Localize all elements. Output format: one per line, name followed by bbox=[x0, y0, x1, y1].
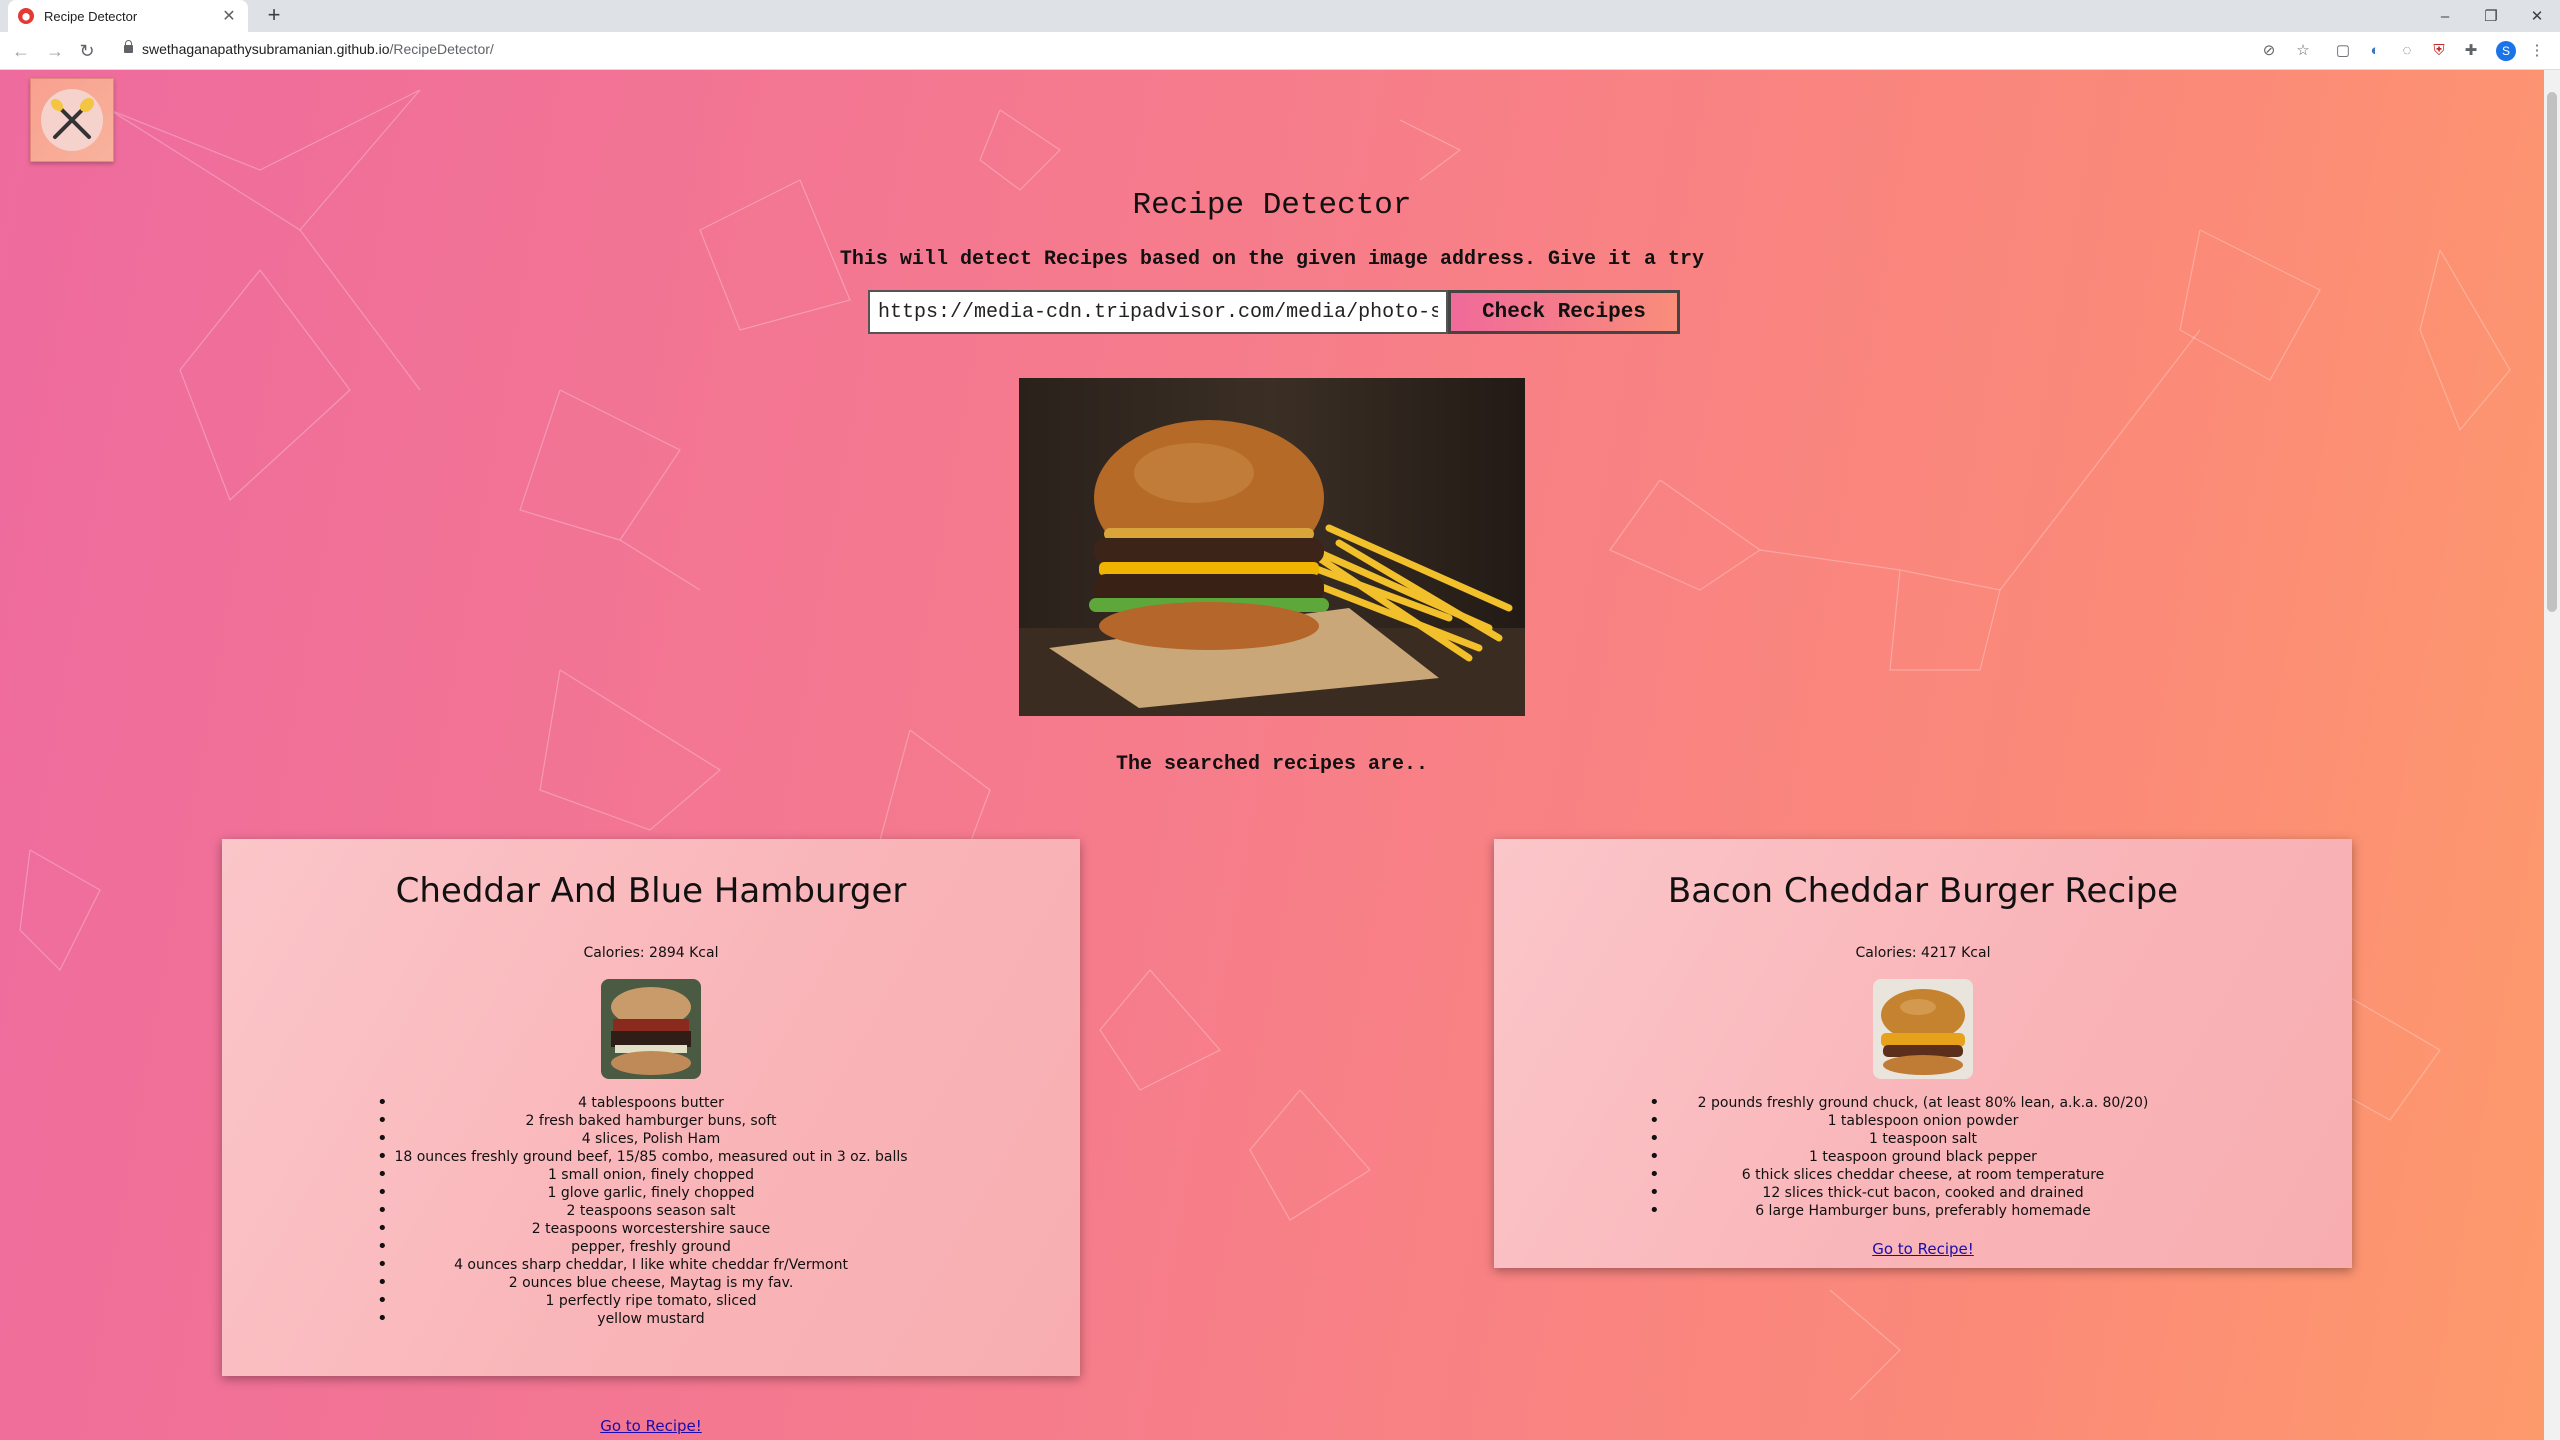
ingredient-item: 2 teaspoons worcestershire sauce bbox=[222, 1220, 1080, 1238]
ingredient-item: 1 tablespoon onion powder bbox=[1494, 1112, 2352, 1130]
url-host: swethaganapathysubramanian.github.io bbox=[142, 41, 390, 57]
eye-off-icon[interactable]: ⊘ bbox=[2260, 42, 2278, 60]
reload-icon[interactable]: ↻ bbox=[76, 40, 98, 62]
ingredient-item: 1 small onion, finely chopped bbox=[222, 1166, 1080, 1184]
lock-icon[interactable] bbox=[124, 40, 133, 53]
ingredient-list: 4 tablespoons butter 2 fresh baked hambu… bbox=[222, 1094, 1080, 1328]
browser-tab[interactable]: Recipe Detector ✕ bbox=[8, 0, 248, 32]
ingredient-item: 1 perfectly ripe tomato, sliced bbox=[222, 1292, 1080, 1310]
shield-icon[interactable]: ⛨ bbox=[2430, 42, 2448, 60]
restore-icon[interactable]: ❐ bbox=[2468, 0, 2514, 32]
new-tab-icon[interactable]: + bbox=[262, 4, 286, 28]
ingredient-item: 2 teaspoons season salt bbox=[222, 1202, 1080, 1220]
go-to-recipe-link[interactable]: Go to Recipe! bbox=[1494, 1240, 2352, 1258]
close-tab-icon[interactable]: ✕ bbox=[220, 6, 238, 26]
ingredient-item: 12 slices thick-cut bacon, cooked and dr… bbox=[1494, 1184, 2352, 1202]
tab-title: Recipe Detector bbox=[44, 8, 138, 24]
app-logo[interactable] bbox=[30, 78, 114, 162]
input-food-image bbox=[1019, 378, 1525, 716]
app-favicon-icon bbox=[18, 8, 34, 24]
back-icon[interactable]: ← bbox=[10, 40, 32, 62]
recipe-title: Cheddar And Blue Hamburger bbox=[395, 871, 907, 911]
forward-icon[interactable]: → bbox=[44, 40, 66, 62]
recipe-thumbnail bbox=[1873, 979, 1973, 1079]
fork-spoon-icon bbox=[50, 97, 95, 139]
ingredient-item: 6 large Hamburger buns, preferably homem… bbox=[1494, 1202, 2352, 1220]
recipe-thumbnail bbox=[601, 979, 701, 1079]
ingredient-item: yellow mustard bbox=[222, 1310, 1080, 1328]
bookmark-star-icon[interactable]: ☆ bbox=[2294, 42, 2312, 60]
page-scrollbar[interactable] bbox=[2544, 70, 2560, 1440]
ingredient-item: 1 teaspoon salt bbox=[1494, 1130, 2352, 1148]
ingredient-list: 2 pounds freshly ground chuck, (at least… bbox=[1494, 1094, 2352, 1220]
url-path: /RecipeDetector/ bbox=[389, 41, 494, 57]
scrollbar-thumb[interactable] bbox=[2547, 92, 2557, 612]
ingredient-item: 4 ounces sharp cheddar, I like white che… bbox=[222, 1256, 1080, 1274]
logo-circle bbox=[41, 89, 103, 151]
recipe-card: Cheddar And Blue Hamburger Calories: 289… bbox=[222, 839, 1080, 1435]
extension-circle-icon[interactable]: ◌ bbox=[2398, 42, 2416, 60]
ingredient-item: 1 teaspoon ground black pepper bbox=[1494, 1148, 2352, 1166]
recipe-card: Bacon Cheddar Burger Recipe Calories: 42… bbox=[1494, 839, 2352, 1268]
ingredient-item: 2 ounces blue cheese, Maytag is my fav. bbox=[222, 1274, 1080, 1292]
page-content: Recipe Detector This will detect Recipes… bbox=[0, 70, 2544, 1440]
recipe-title: Bacon Cheddar Burger Recipe bbox=[1667, 871, 2179, 911]
profile-avatar[interactable]: S bbox=[2496, 41, 2516, 61]
ingredient-item: 1 glove garlic, finely chopped bbox=[222, 1184, 1080, 1202]
window-close-icon[interactable]: ✕ bbox=[2514, 0, 2560, 32]
image-url-input[interactable] bbox=[868, 290, 1448, 334]
ingredient-item: 18 ounces freshly ground beef, 15/85 com… bbox=[222, 1148, 1080, 1166]
address-bar[interactable]: swethaganapathysubramanian.github.io/Rec… bbox=[142, 41, 494, 57]
menu-kebab-icon[interactable]: ⋮ bbox=[2528, 42, 2546, 60]
extensions-puzzle-icon[interactable]: ✚ bbox=[2462, 42, 2480, 60]
go-to-recipe-link[interactable]: Go to Recipe! bbox=[222, 1417, 1080, 1435]
results-heading: The searched recipes are.. bbox=[1115, 753, 1429, 776]
ingredient-item: pepper, freshly ground bbox=[222, 1238, 1080, 1256]
check-recipes-button[interactable]: Check Recipes bbox=[1448, 290, 1680, 334]
page-title: Recipe Detector bbox=[1132, 188, 1412, 223]
browser-tab-bar: Recipe Detector ✕ + – ❐ ✕ bbox=[0, 0, 2560, 32]
page-subtitle: This will detect Recipes based on the gi… bbox=[839, 248, 1705, 271]
browser-toolbar: ← → ↻ swethaganapathysubramanian.github.… bbox=[0, 32, 2560, 70]
extension-page-icon[interactable]: ▢ bbox=[2334, 42, 2352, 60]
minimize-icon[interactable]: – bbox=[2422, 0, 2468, 32]
ingredient-item: 2 fresh baked hamburger buns, soft bbox=[222, 1112, 1080, 1130]
ingredient-item: 6 thick slices cheddar cheese, at room t… bbox=[1494, 1166, 2352, 1184]
ingredient-item: 4 tablespoons butter bbox=[222, 1094, 1080, 1112]
ingredient-item: 4 slices, Polish Ham bbox=[222, 1130, 1080, 1148]
recipe-calories: Calories: 2894 Kcal bbox=[583, 945, 719, 961]
ingredient-item: 2 pounds freshly ground chuck, (at least… bbox=[1494, 1094, 2352, 1112]
extension-info-icon[interactable]: ◐ bbox=[2366, 42, 2384, 60]
recipe-calories: Calories: 4217 Kcal bbox=[1855, 945, 1991, 961]
